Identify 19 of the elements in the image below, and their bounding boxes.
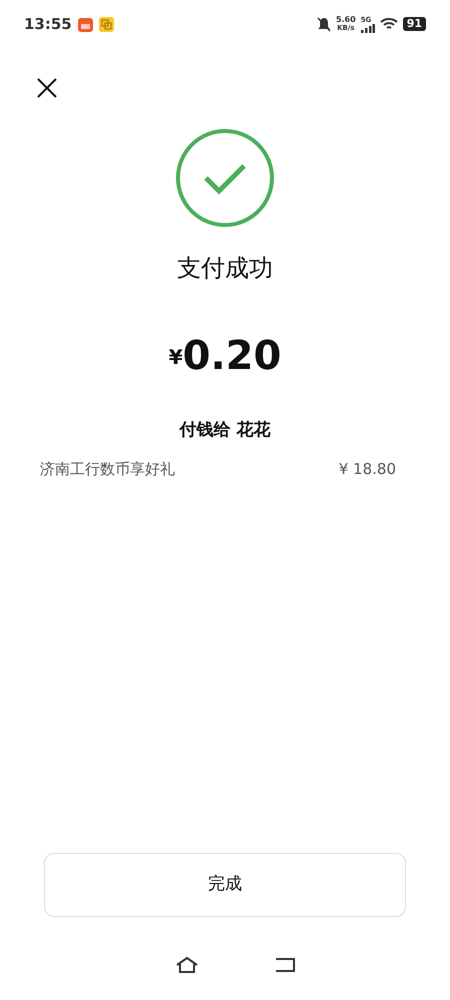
signal-icon [360, 24, 375, 32]
network-speed: 5.60 [336, 16, 356, 24]
home-icon[interactable] [174, 956, 198, 974]
item-name: 济南工行数币享好礼 [40, 459, 175, 480]
app-notification-icon [78, 16, 93, 32]
bell-muted-icon [316, 16, 331, 32]
payment-status-title: 支付成功 [177, 253, 273, 284]
payment-amount: 0.20 [182, 336, 282, 376]
item-price: ¥ 18.80 [338, 459, 396, 480]
back-icon[interactable] [274, 956, 296, 972]
close-icon[interactable] [36, 77, 58, 99]
wifi-icon [380, 17, 398, 31]
copy-notification-icon [98, 16, 114, 32]
success-check-icon [175, 128, 275, 228]
battery-indicator: 91 [402, 17, 426, 31]
done-button[interactable]: 完成 [44, 853, 406, 917]
currency-symbol: ¥ [168, 344, 183, 371]
payee-label: 付钱给 花花 [180, 419, 270, 442]
status-time: 13:55 [24, 14, 72, 35]
